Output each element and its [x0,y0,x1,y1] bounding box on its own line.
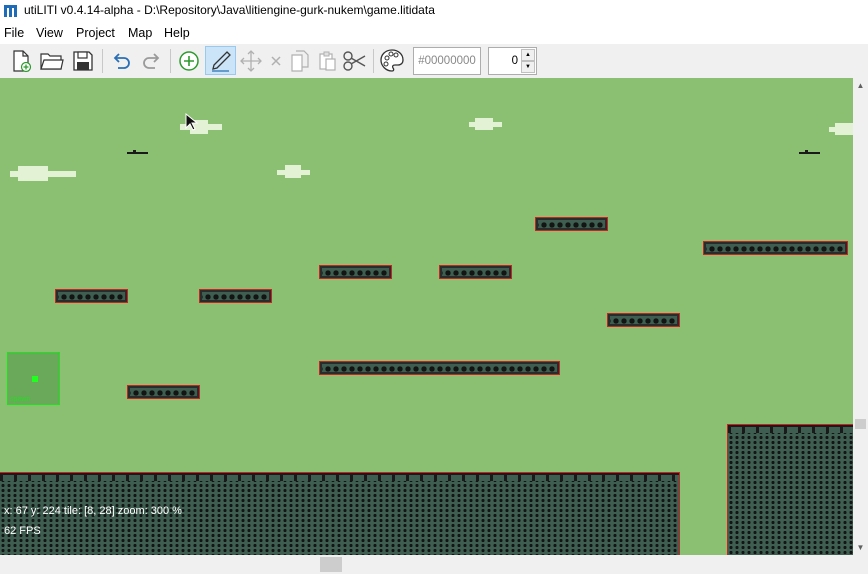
save-button[interactable] [69,46,97,75]
platform[interactable] [127,385,200,399]
platform[interactable] [319,361,560,375]
copy-icon [291,49,309,72]
vertical-scrollbar[interactable]: ▲ ▼ [853,78,868,555]
horizontal-scroll-thumb[interactable] [320,557,342,572]
scroll-down-icon[interactable]: ▼ [853,540,868,555]
app-icon [4,5,17,17]
undo-button[interactable] [107,46,135,75]
bird-sprite [799,150,820,154]
add-object-button[interactable] [175,46,203,75]
new-project-icon [13,49,32,72]
platform[interactable] [607,313,680,327]
save-icon [73,50,93,71]
bird-sprite [127,150,148,154]
copy-button[interactable] [286,46,314,75]
platform[interactable] [535,217,608,231]
paste-button[interactable] [313,46,341,75]
platform[interactable] [319,265,392,279]
toolbar-separator [102,49,103,73]
spinner-up-button[interactable]: ▲ [521,49,535,61]
menu-map[interactable]: Map [128,26,152,40]
scroll-up-icon[interactable]: ▲ [853,78,868,93]
spawn-marker [32,376,38,382]
color-field[interactable]: #00000000 [413,47,481,75]
paste-icon [319,51,336,71]
move-icon [240,49,262,72]
spinner-value: 0 [511,55,518,67]
spinner-down-button[interactable]: ▼ [521,61,535,73]
horizontal-scrollbar[interactable] [0,555,868,574]
ground-block[interactable] [727,424,853,555]
title-bar: utiLITI v0.4.14-alpha - D:\Repository\Ja… [0,0,868,24]
undo-icon [113,52,130,69]
window-title: utiLITI v0.4.14-alpha - D:\Repository\Ja… [24,3,435,17]
mouse-cursor-icon [185,113,199,131]
edit-button[interactable] [205,46,236,75]
toolbar-separator [373,49,374,73]
menu-help[interactable]: Help [164,26,190,40]
menu-view[interactable]: View [36,26,63,40]
redo-icon [143,52,160,69]
palette-icon [380,48,404,72]
spawn-point[interactable]: spawn [7,352,60,405]
platform[interactable] [199,289,272,303]
vertical-scroll-thumb[interactable] [855,419,866,429]
platform[interactable] [703,241,848,255]
fps-counter: 62 FPS [4,525,41,537]
toolbar-separator [170,49,171,73]
platform[interactable] [439,265,512,279]
menu-project[interactable]: Project [76,26,115,40]
redo-button[interactable] [138,46,166,75]
cut-icon [343,50,366,71]
delete-icon [271,55,281,66]
menu-file[interactable]: File [4,26,24,40]
platform[interactable] [55,289,128,303]
spawn-label: spawn [10,396,31,403]
menu-bar: File View Project Map Help [0,24,868,44]
new-project-button[interactable] [7,46,35,75]
open-folder-icon [40,52,64,70]
map-canvas[interactable]: spawn x: 67 y: 224 tile: [8, 28] zoom: 3… [0,78,853,555]
cut-button[interactable] [341,46,369,75]
cursor-status: x: 67 y: 224 tile: [8, 28] zoom: 300 % [4,505,182,517]
move-button[interactable] [237,46,265,75]
add-object-icon [179,50,199,71]
palette-button[interactable] [378,46,406,75]
open-button[interactable] [38,46,66,75]
layer-spinner[interactable]: 0 ▲ ▼ [488,47,537,75]
edit-pencil-icon [211,50,231,72]
toolbar: #00000000 0 ▲ ▼ [0,44,868,79]
